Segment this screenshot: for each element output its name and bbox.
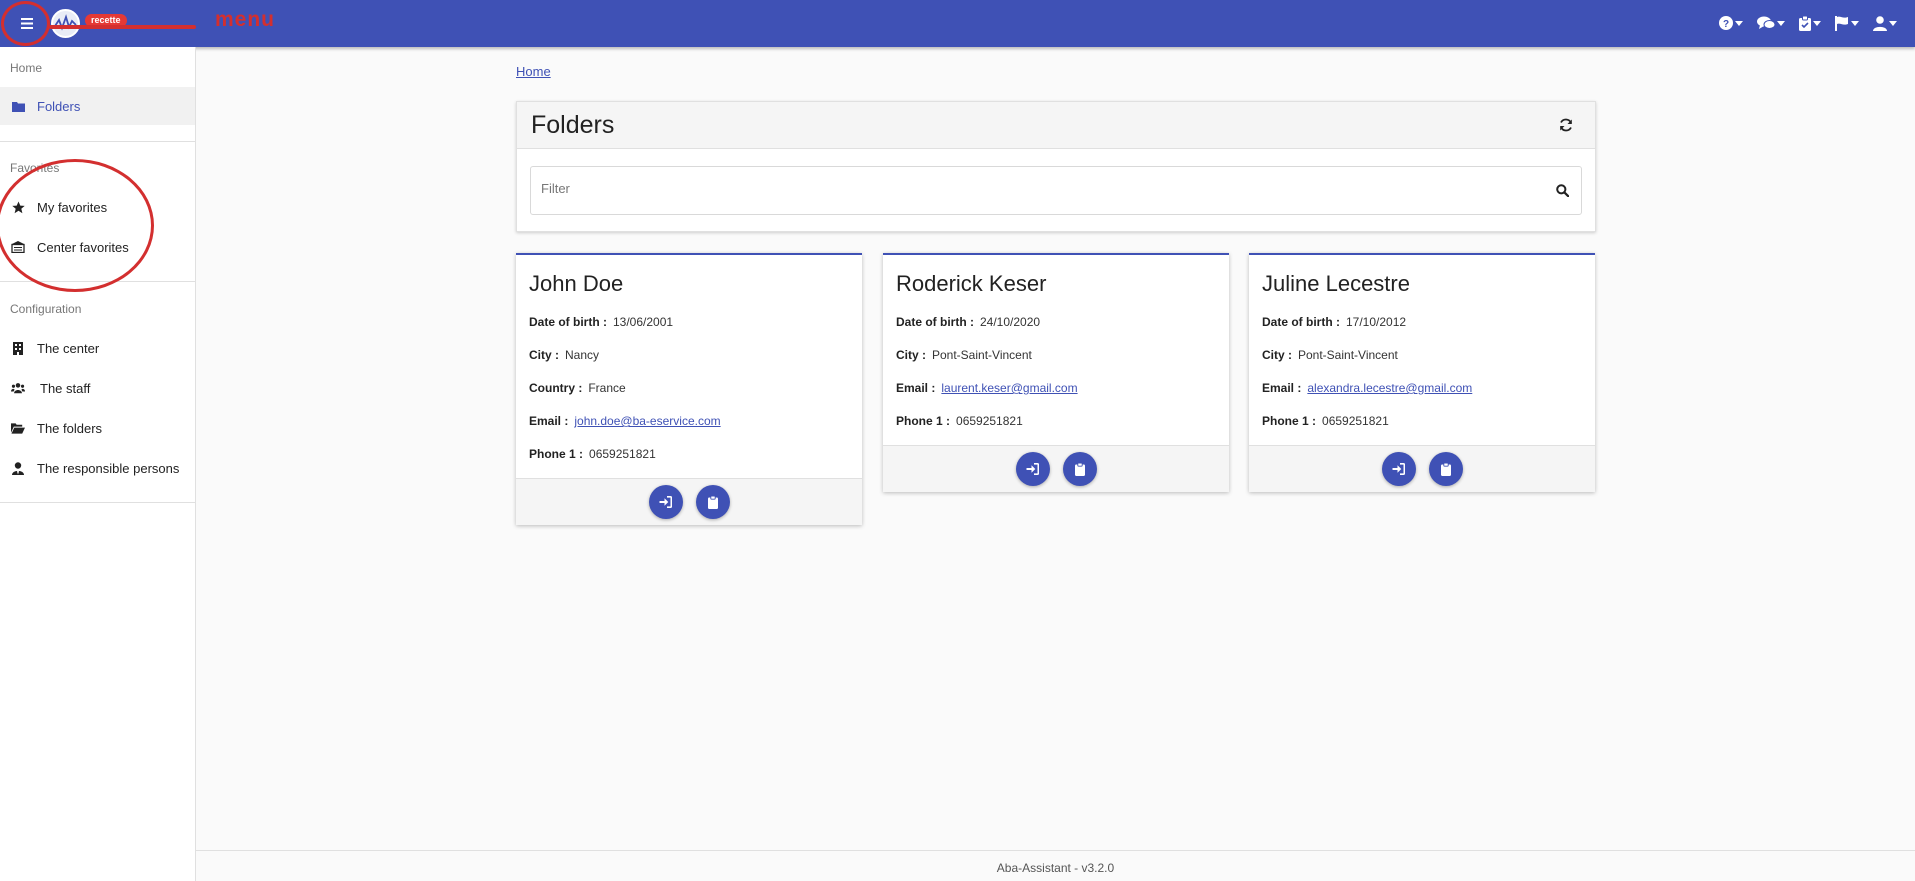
- sidebar-item-my-favorites[interactable]: My favorites: [0, 188, 195, 226]
- sign-in-icon: [1026, 463, 1039, 475]
- folder-card-roderick-keser[interactable]: Roderick Keser Date of birth :24/10/2020…: [883, 253, 1229, 492]
- open-folder-button[interactable]: [648, 485, 683, 519]
- sidebar-item-folders[interactable]: Folders: [0, 87, 195, 125]
- sidebar-item-label: The responsible persons: [37, 460, 180, 476]
- sidebar-item-label: Folders: [37, 98, 81, 114]
- app-logo[interactable]: [51, 9, 80, 38]
- filter-field[interactable]: [530, 166, 1582, 215]
- sidebar-item-label: The folders: [37, 420, 103, 436]
- app-footer: Aba-Assistant - v3.2.0: [196, 850, 1915, 881]
- sidebar-item-label: The center: [37, 340, 100, 356]
- chat-menu-button[interactable]: [1757, 12, 1785, 34]
- email-link[interactable]: alexandra.lecestre@gmail.com: [1307, 381, 1472, 395]
- user-icon: [1873, 15, 1887, 31]
- field-date-of-birth: Date of birth :24/10/2020: [896, 315, 1041, 329]
- email-link[interactable]: john.doe@ba-eservice.com: [574, 414, 720, 428]
- open-folder-button[interactable]: [1015, 452, 1050, 486]
- user-tie-icon: [11, 461, 25, 475]
- field-phone-1: Phone 1 :0659251821: [529, 447, 656, 461]
- users-icon: [11, 381, 25, 395]
- sidebar-section-favorites: Favorites: [10, 161, 60, 175]
- folder-clipboard-button[interactable]: [1428, 452, 1463, 486]
- sidebar-item-the-center[interactable]: The center: [0, 329, 195, 367]
- folder-card-john-doe[interactable]: John Doe Date of birth :13/06/2001 City …: [516, 253, 862, 525]
- sidebar-item-center-favorites[interactable]: Center favorites: [0, 228, 195, 266]
- tasks-menu-button[interactable]: [1799, 12, 1821, 34]
- field-city: City : Pont-Saint-Vincent: [1262, 348, 1398, 362]
- search-button[interactable]: [1556, 184, 1571, 199]
- hamburger-menu-button[interactable]: [15, 13, 39, 33]
- flag-icon: [1835, 15, 1848, 31]
- chevron-down-icon: [1813, 20, 1821, 26]
- folders-panel: Folders: [516, 101, 1596, 232]
- sidebar-item-the-staff[interactable]: The staff: [0, 369, 195, 407]
- clipboard-check-icon: [1799, 15, 1811, 31]
- field-phone-1: Phone 1 :0659251821: [1262, 414, 1389, 428]
- language-menu-button[interactable]: [1835, 12, 1859, 34]
- sidebar: Home Folders Favorites My favorites Cent…: [0, 47, 196, 881]
- sign-in-icon: [1392, 463, 1405, 475]
- sidebar-item-label: Center favorites: [37, 239, 129, 255]
- folder-icon: [11, 99, 25, 113]
- top-app-bar: recette ?: [0, 0, 1915, 47]
- folder-card-juline-lecestre[interactable]: Juline Lecestre Date of birth :17/10/201…: [1249, 253, 1595, 492]
- user-menu-button[interactable]: [1873, 12, 1897, 34]
- field-date-of-birth: Date of birth :13/06/2001: [529, 315, 674, 329]
- clipboard-icon: [1440, 462, 1451, 476]
- chevron-down-icon: [1735, 20, 1743, 26]
- environment-badge: recette: [85, 14, 127, 27]
- breadcrumb-home-link[interactable]: Home: [516, 64, 551, 79]
- svg-text:?: ?: [1723, 19, 1729, 30]
- search-icon: [1556, 184, 1570, 198]
- clipboard-icon: [707, 495, 718, 509]
- folder-open-icon: [11, 421, 25, 435]
- refresh-icon: [1560, 118, 1572, 132]
- folder-clipboard-button[interactable]: [1062, 452, 1097, 486]
- chevron-down-icon: [1777, 20, 1785, 26]
- field-email: Email : laurent.keser@gmail.com: [896, 381, 1078, 395]
- building-icon: [11, 341, 25, 355]
- field-city: City : Nancy: [529, 348, 600, 362]
- sidebar-section-home: Home: [10, 61, 43, 75]
- sign-in-icon: [659, 496, 672, 508]
- field-date-of-birth: Date of birth :17/10/2012: [1262, 315, 1407, 329]
- card-name: Juline Lecestre: [1262, 271, 1410, 296]
- building-icon: [11, 240, 25, 254]
- clipboard-icon: [1074, 462, 1085, 476]
- sidebar-item-label: My favorites: [37, 199, 108, 215]
- field-city: City : Pont-Saint-Vincent: [896, 348, 1032, 362]
- filter-input[interactable]: [541, 181, 1521, 196]
- folder-clipboard-button[interactable]: [695, 485, 730, 519]
- help-icon: ?: [1719, 16, 1733, 30]
- card-name: Roderick Keser: [896, 271, 1047, 296]
- sidebar-item-the-responsible-persons[interactable]: The responsible persons: [0, 449, 195, 487]
- card-name: John Doe: [529, 271, 624, 296]
- chat-icon: [1757, 16, 1775, 29]
- chevron-down-icon: [1851, 20, 1859, 26]
- field-country: Country : France: [529, 381, 626, 395]
- star-icon: [11, 200, 25, 214]
- open-folder-button[interactable]: [1381, 452, 1416, 486]
- field-email: Email : alexandra.lecestre@gmail.com: [1262, 381, 1473, 395]
- sidebar-section-configuration: Configuration: [10, 302, 82, 316]
- help-menu-button[interactable]: ?: [1719, 12, 1743, 34]
- refresh-button[interactable]: [1559, 118, 1575, 134]
- page-title: Folders: [531, 111, 615, 139]
- chevron-down-icon: [1889, 20, 1897, 26]
- menu-icon: [21, 17, 33, 29]
- email-link[interactable]: laurent.keser@gmail.com: [941, 381, 1077, 395]
- field-phone-1: Phone 1 :0659251821: [896, 414, 1023, 428]
- sidebar-item-label: The staff: [40, 380, 91, 396]
- field-email: Email : john.doe@ba-eservice.com: [529, 414, 721, 428]
- sidebar-item-the-folders[interactable]: The folders: [0, 409, 195, 447]
